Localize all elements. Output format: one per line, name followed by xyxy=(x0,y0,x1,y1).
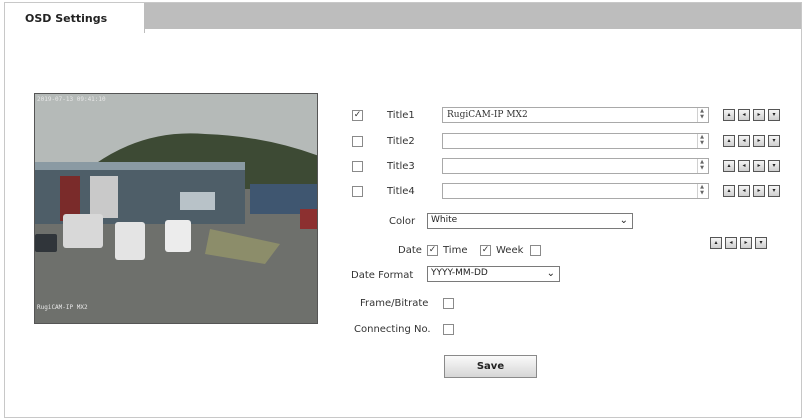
title3-checkbox[interactable] xyxy=(352,161,363,172)
frame-bitrate-checkbox[interactable] xyxy=(443,298,454,309)
date-position-buttons: ▴ ◂ ▸ ▾ xyxy=(710,237,767,249)
osd-timestamp-overlay: 2019-07-13 09:41:10 xyxy=(37,96,106,103)
date-label: Date xyxy=(398,245,422,256)
move-down-button[interactable]: ▾ xyxy=(768,135,780,147)
title3-label: Title3 xyxy=(387,161,415,172)
chevron-down-icon: ⌄ xyxy=(619,215,628,226)
tab-label: OSD Settings xyxy=(25,12,108,25)
move-right-button[interactable]: ▸ xyxy=(740,237,752,249)
move-up-button[interactable]: ▴ xyxy=(723,160,735,172)
title4-position-buttons: ▴ ◂ ▸ ▾ xyxy=(723,185,780,197)
title1-spinner-icon[interactable]: ▲ ▼ xyxy=(697,108,706,122)
title4-checkbox[interactable] xyxy=(352,186,363,197)
connecting-no-checkbox[interactable] xyxy=(443,324,454,335)
move-down-button[interactable]: ▾ xyxy=(755,237,767,249)
move-up-button[interactable]: ▴ xyxy=(723,109,735,121)
title1-position-buttons: ▴ ◂ ▸ ▾ xyxy=(723,109,780,121)
title2-label: Title2 xyxy=(387,136,415,147)
move-left-button[interactable]: ◂ xyxy=(738,160,750,172)
title3-spinner-icon[interactable]: ▲ ▼ xyxy=(697,159,706,173)
move-left-button[interactable]: ◂ xyxy=(725,237,737,249)
camera-preview-image xyxy=(35,94,317,323)
move-up-button[interactable]: ▴ xyxy=(723,185,735,197)
date-format-select[interactable]: YYYY-MM-DD ⌄ xyxy=(427,266,560,282)
title1-input[interactable]: RugiCAM-IP MX2 xyxy=(442,107,709,123)
move-down-button[interactable]: ▾ xyxy=(768,160,780,172)
move-left-button[interactable]: ◂ xyxy=(738,185,750,197)
title4-input[interactable] xyxy=(442,183,709,199)
osd-title-overlay: RugiCAM-IP MX2 xyxy=(37,304,88,311)
title2-spinner-icon[interactable]: ▲ ▼ xyxy=(697,134,706,148)
color-select-value: White xyxy=(431,215,458,225)
time-label: Time xyxy=(443,245,468,256)
title3-input[interactable] xyxy=(442,158,709,174)
week-checkbox[interactable] xyxy=(530,245,541,256)
move-left-button[interactable]: ◂ xyxy=(738,135,750,147)
date-checkbox[interactable]: ✓ xyxy=(427,245,438,256)
connecting-no-label: Connecting No. xyxy=(354,324,431,335)
title2-position-buttons: ▴ ◂ ▸ ▾ xyxy=(723,135,780,147)
title2-checkbox[interactable] xyxy=(352,136,363,147)
frame-bitrate-label: Frame/Bitrate xyxy=(360,298,429,309)
save-button[interactable]: Save xyxy=(444,355,537,378)
move-right-button[interactable]: ▸ xyxy=(753,160,765,172)
title4-spinner-icon[interactable]: ▲ ▼ xyxy=(697,184,706,198)
color-select[interactable]: White ⌄ xyxy=(427,213,633,229)
chevron-down-icon: ⌄ xyxy=(546,268,555,279)
move-right-button[interactable]: ▸ xyxy=(753,185,765,197)
camera-preview: 2019-07-13 09:41:10 RugiCAM-IP MX2 xyxy=(34,93,318,324)
title3-position-buttons: ▴ ◂ ▸ ▾ xyxy=(723,160,780,172)
color-label: Color xyxy=(389,216,416,227)
title4-label: Title4 xyxy=(387,186,415,197)
move-down-button[interactable]: ▾ xyxy=(768,185,780,197)
move-up-button[interactable]: ▴ xyxy=(723,135,735,147)
title2-input[interactable] xyxy=(442,133,709,149)
tab-osd-settings[interactable]: OSD Settings xyxy=(5,3,145,33)
move-left-button[interactable]: ◂ xyxy=(738,109,750,121)
move-right-button[interactable]: ▸ xyxy=(753,109,765,121)
date-format-value: YYYY-MM-DD xyxy=(431,268,488,278)
move-up-button[interactable]: ▴ xyxy=(710,237,722,249)
title1-label: Title1 xyxy=(387,110,415,121)
move-down-button[interactable]: ▾ xyxy=(768,109,780,121)
date-format-label: Date Format xyxy=(351,270,414,281)
time-checkbox[interactable]: ✓ xyxy=(480,245,491,256)
title1-checkbox[interactable]: ✓ xyxy=(352,110,363,121)
move-right-button[interactable]: ▸ xyxy=(753,135,765,147)
week-label: Week xyxy=(496,245,524,256)
